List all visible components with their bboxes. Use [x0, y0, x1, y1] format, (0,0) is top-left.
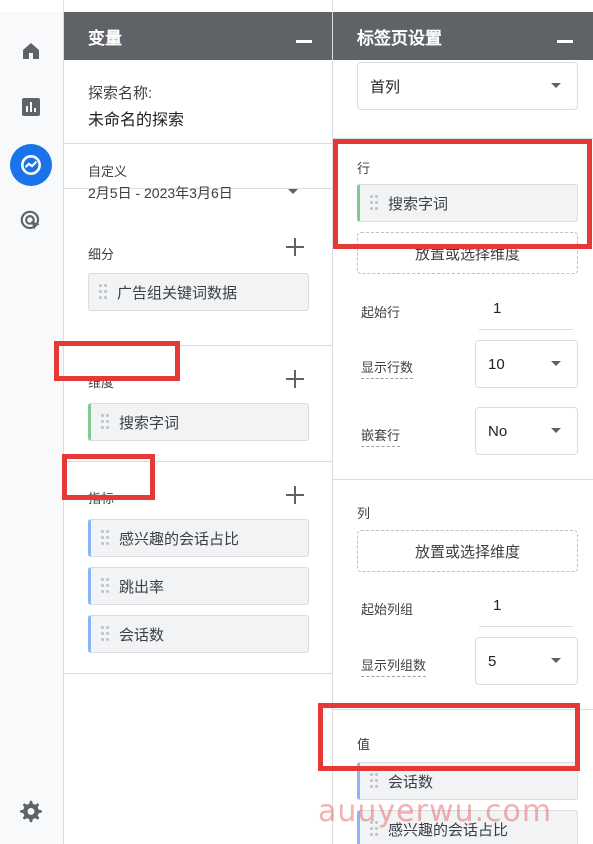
segments-label: 细分	[88, 247, 115, 262]
start-row-label: 起始行	[361, 305, 401, 320]
nav-rail	[0, 12, 64, 844]
drag-handle-icon[interactable]	[99, 284, 107, 300]
metric-chip[interactable]: 会话数	[88, 615, 309, 653]
columns-label: 列	[357, 506, 371, 521]
date-range-section[interactable]: 自定义 2月5日 - 2023年3月6日	[64, 144, 332, 201]
dimension-chip[interactable]: 搜索字词	[88, 403, 309, 441]
exploration-name-section: 探索名称: 未命名的探索	[64, 60, 332, 144]
reports-icon[interactable]	[10, 86, 52, 128]
segment-chip[interactable]: 广告组关键词数据	[88, 273, 309, 311]
metric-chip-label: 会话数	[119, 626, 165, 644]
watermark-text: auuyerwu.com	[318, 794, 553, 829]
nested-rows-select[interactable]: No	[475, 407, 578, 455]
chevron-down-icon	[551, 428, 561, 433]
tab-settings-header: 标签页设置	[333, 12, 593, 60]
metric-chip-label: 感兴趣的会话占比	[119, 530, 240, 548]
start-col-group-input[interactable]: 1	[479, 597, 573, 627]
value-chip-label: 会话数	[388, 773, 434, 791]
drag-handle-icon[interactable]	[370, 773, 378, 789]
drag-handle-icon[interactable]	[101, 530, 109, 546]
drag-handle-icon[interactable]	[101, 578, 109, 594]
highlight-box-values	[318, 703, 580, 771]
variables-panel: 变量 探索名称: 未命名的探索 自定义 2月5日 - 2023年3月6日 细分 …	[64, 12, 333, 844]
top-strip	[0, 0, 593, 12]
advertising-icon[interactable]	[10, 200, 52, 242]
drag-handle-icon[interactable]	[101, 414, 109, 430]
show-rows-value: 10	[488, 355, 505, 373]
add-segment-plus-icon[interactable]	[286, 238, 304, 256]
nested-rows-label: 嵌套行	[361, 425, 401, 447]
show-rows-select[interactable]: 10	[475, 340, 578, 388]
explore-icon[interactable]	[10, 144, 52, 186]
columns-drop-placeholder: 放置或选择维度	[414, 543, 520, 561]
variables-panel-title: 变量	[88, 28, 122, 48]
segments-section: 细分 广告组关键词数据	[64, 204, 332, 346]
date-range-value: 2月5日 - 2023年3月6日	[88, 185, 233, 201]
show-col-groups-label: 显示列组数	[361, 655, 427, 677]
date-dropdown-caret-icon[interactable]	[288, 189, 298, 194]
highlight-box-dimensions	[54, 341, 180, 381]
home-icon[interactable]	[10, 30, 52, 72]
add-dimension-plus-icon[interactable]	[286, 370, 304, 388]
visualization-select-value: 首列	[370, 78, 401, 96]
metric-chip-label: 跳出率	[119, 578, 165, 596]
chevron-down-icon	[551, 361, 561, 366]
visualization-select[interactable]: 首列	[357, 62, 578, 110]
minimize-icon[interactable]	[296, 39, 312, 43]
add-metric-plus-icon[interactable]	[286, 486, 304, 504]
highlight-box-rows	[333, 139, 592, 249]
metric-chip[interactable]: 跳出率	[88, 567, 309, 605]
variables-panel-header: 变量	[64, 12, 332, 60]
show-rows-label: 显示行数	[361, 357, 414, 379]
minimize-icon[interactable]	[557, 39, 573, 43]
nested-rows-value: No	[488, 422, 508, 440]
settings-gear-icon[interactable]	[10, 790, 52, 832]
start-col-group-label: 起始列组	[361, 602, 414, 617]
exploration-name-label: 探索名称:	[88, 85, 153, 102]
app-root: 变量 探索名称: 未命名的探索 自定义 2月5日 - 2023年3月6日 细分 …	[0, 0, 593, 844]
chevron-down-icon	[551, 83, 561, 88]
show-col-groups-value: 5	[488, 652, 497, 670]
highlight-box-metrics	[62, 454, 155, 500]
date-custom-label: 自定义	[88, 164, 128, 179]
segment-chip-label: 广告组关键词数据	[117, 284, 238, 302]
drag-handle-icon[interactable]	[101, 626, 109, 642]
exploration-name-value[interactable]: 未命名的探索	[88, 106, 184, 130]
divider	[333, 479, 593, 480]
chevron-down-icon	[551, 658, 561, 663]
dimension-chip-label: 搜索字词	[119, 414, 180, 432]
metric-chip[interactable]: 感兴趣的会话占比	[88, 519, 309, 557]
start-row-input[interactable]: 1	[479, 300, 573, 330]
columns-drop-zone[interactable]: 放置或选择维度	[357, 530, 578, 572]
tab-settings-title: 标签页设置	[357, 28, 442, 48]
show-col-groups-select[interactable]: 5	[475, 637, 578, 685]
